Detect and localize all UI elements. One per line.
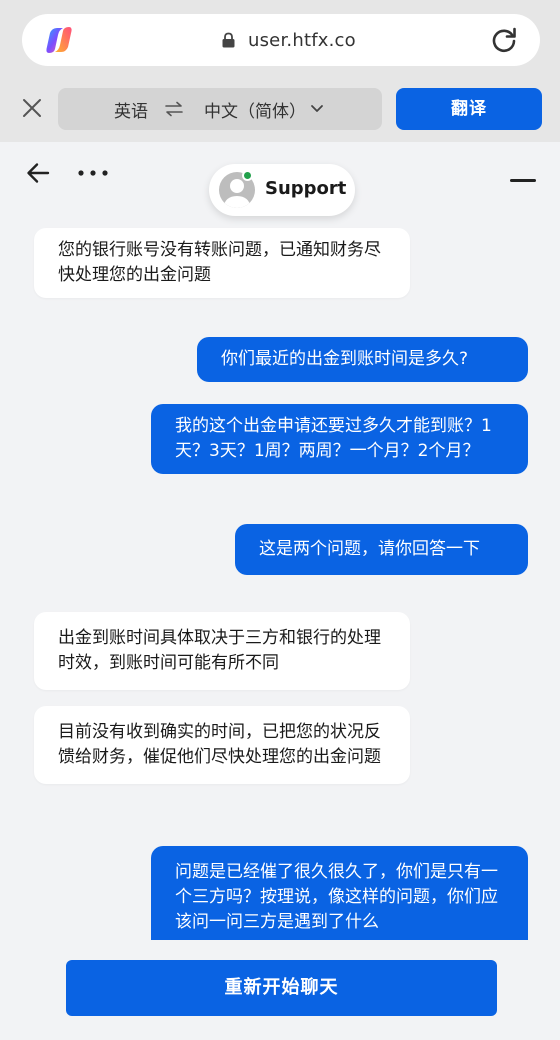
lock-icon (222, 32, 235, 48)
message-text: 出金到账时间具体取决于三方和银行的处理时效，到账时间可能有所不同 (58, 628, 381, 673)
message-user: 我的这个出金申请还要过多久才能到账？1天？3天？1周？两周？一个月？2个月？ (151, 404, 528, 474)
online-status-icon (242, 170, 253, 181)
back-arrow-icon[interactable] (26, 162, 50, 184)
swap-arrows-icon[interactable] (164, 101, 184, 117)
address-bar[interactable]: user.htfx.co (22, 14, 540, 66)
source-language[interactable]: 英语 (114, 97, 148, 122)
minimize-icon[interactable] (510, 179, 536, 182)
message-agent: 您的银行账号没有转账问题，已通知财务尽快处理您的出金问题 (34, 228, 410, 298)
chevron-down-icon[interactable] (310, 104, 324, 114)
more-dots-icon[interactable] (78, 170, 108, 176)
url-text: user.htfx.co (248, 29, 356, 51)
translate-button[interactable]: 翻译 (396, 88, 542, 130)
message-text: 我的这个出金申请还要过多久才能到账？1天？3天？1周？两周？一个月？2个月？ (175, 416, 492, 461)
restart-chat-button[interactable]: 重新开始聊天 (66, 960, 497, 1016)
message-text: 目前没有收到确实的时间，已把您的状况反馈给财务，催促他们尽快处理您的出金问题 (58, 722, 381, 767)
agent-badge: Support (209, 164, 355, 216)
copilot-logo[interactable] (44, 25, 74, 55)
target-language[interactable]: 中文（简体） (204, 97, 306, 122)
reload-icon[interactable] (490, 26, 518, 54)
url-display[interactable]: user.htfx.co (222, 28, 356, 52)
message-text: 这是两个问题，请你回答一下 (259, 539, 480, 559)
chat-window: 您的银行账号没有转账问题，已通知财务尽快处理您的出金问题 你们最近的出金到账时间… (0, 142, 560, 1040)
message-agent: 出金到账时间具体取决于三方和银行的处理时效，到账时间可能有所不同 (34, 612, 410, 690)
language-selector[interactable]: 英语 中文（简体） (58, 88, 382, 130)
close-icon[interactable] (22, 98, 42, 118)
message-user: 这是两个问题，请你回答一下 (235, 524, 528, 575)
message-text: 您的银行账号没有转账问题，已通知财务尽快处理您的出金问题 (58, 240, 381, 285)
browser-toolbar: user.htfx.co 英语 中文（简体） 翻译 (0, 0, 560, 142)
message-text: 问题是已经催了很久很久了，你们是只有一个三方吗？按理说，像这样的问题，你们应该问… (175, 862, 498, 932)
agent-name: Support (265, 178, 347, 199)
message-user: 你们最近的出金到账时间是多久? (197, 337, 528, 382)
message-text: 你们最近的出金到账时间是多久? (221, 349, 469, 369)
message-agent: 目前没有收到确实的时间，已把您的状况反馈给财务，催促他们尽快处理您的出金问题 (34, 706, 410, 784)
